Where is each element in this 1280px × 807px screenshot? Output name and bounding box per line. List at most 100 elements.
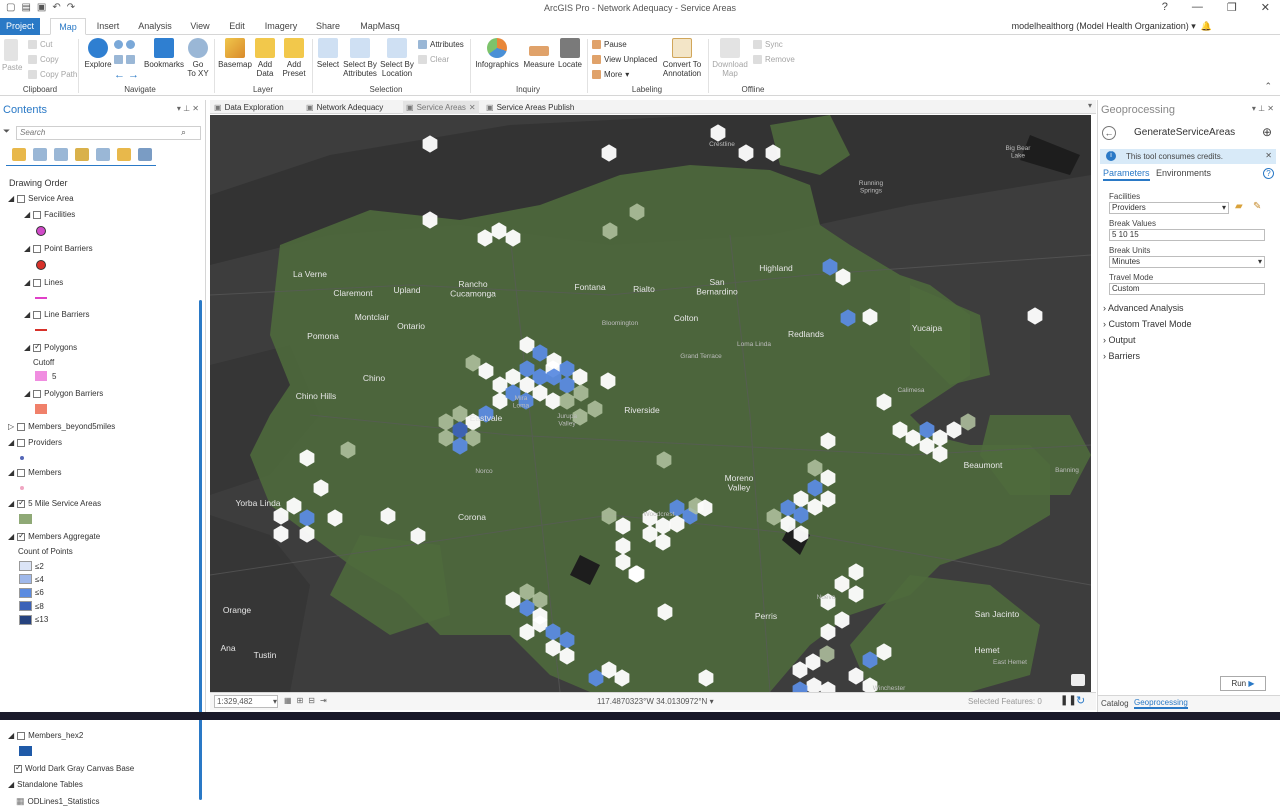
tab-list-icon[interactable]: ▾: [1088, 101, 1092, 110]
layer-checkbox[interactable]: [17, 438, 26, 447]
expand-icon[interactable]: ◢: [24, 310, 30, 319]
close-icon[interactable]: ✕: [1265, 151, 1272, 160]
copy-button[interactable]: Copy: [28, 55, 59, 64]
attributes-button[interactable]: Attributes: [418, 40, 464, 49]
expand-icon[interactable]: ◢: [24, 389, 30, 398]
search-input[interactable]: Search: [16, 126, 201, 140]
expand-icon[interactable]: ◢: [24, 244, 30, 253]
tab-service-areas[interactable]: ▣ Service Areas ✕: [403, 101, 479, 114]
measure-button[interactable]: Measure: [522, 38, 556, 69]
account-name[interactable]: modelhealthorg (Model Health Organizatio…: [1012, 21, 1212, 32]
layer-point-barriers[interactable]: ◢ Point Barriers: [24, 244, 93, 253]
polygon-barriers-symbol[interactable]: [35, 404, 47, 414]
section-output[interactable]: › Output: [1103, 335, 1136, 345]
expand-icon[interactable]: ◢: [24, 343, 30, 352]
tab-edit[interactable]: Edit: [222, 18, 252, 35]
count-class-3[interactable]: ≤8: [19, 601, 44, 612]
remove-button[interactable]: Remove: [753, 55, 795, 64]
members-hex2-symbol[interactable]: [19, 746, 32, 756]
count-class-0[interactable]: ≤2: [19, 561, 44, 571]
search-icon[interactable]: ⌕: [181, 127, 186, 138]
expand-icon[interactable]: ◢: [24, 210, 30, 219]
tab-network-adequacy[interactable]: ▣ Network Adequacy: [306, 101, 383, 114]
download-map-button[interactable]: Download Map: [710, 38, 750, 78]
more-button[interactable]: More ▾: [592, 70, 629, 79]
tab-analysis[interactable]: Analysis: [133, 18, 177, 35]
pause-drawing-icon[interactable]: ❚❚: [1060, 695, 1077, 706]
expand-icon[interactable]: ◢: [8, 194, 14, 203]
cut-button[interactable]: Cut: [28, 40, 52, 49]
collapse-ribbon-icon[interactable]: ⌃: [1264, 81, 1272, 92]
help-icon[interactable]: ?: [1263, 168, 1274, 179]
layer-checkbox[interactable]: [17, 498, 26, 508]
constraint-icon[interactable]: ⊟: [308, 696, 315, 705]
layer-checkbox[interactable]: [17, 194, 26, 203]
members-symbol[interactable]: [20, 486, 24, 490]
cutoff-symbol[interactable]: [35, 371, 47, 381]
filter-icon[interactable]: ⏷: [3, 126, 10, 137]
table-odlines1-statistics[interactable]: ▦ ODLines1_Statistics: [16, 796, 100, 807]
full-extent-button[interactable]: [114, 40, 135, 49]
layer-polygon-barriers[interactable]: ◢ Polygon Barriers: [24, 389, 103, 398]
convert-to-annotation-button[interactable]: Convert To Annotation: [660, 38, 704, 78]
pencil-icon[interactable]: ✎: [1253, 201, 1261, 212]
layer-providers[interactable]: ◢ Providers: [8, 438, 62, 447]
explore-button[interactable]: Explore: [84, 38, 112, 69]
layer-checkbox[interactable]: [33, 210, 42, 219]
select-by-attributes-button[interactable]: Select By Attributes: [342, 38, 378, 78]
grid-icon[interactable]: ▦: [284, 696, 292, 705]
layer-lines[interactable]: ◢ Lines: [24, 278, 63, 287]
facilities-symbol[interactable]: [36, 226, 46, 236]
pane-options[interactable]: ▾ ⊥ ✕: [1252, 104, 1274, 113]
layer-checkbox[interactable]: [17, 531, 26, 541]
add-data-button[interactable]: Add Data: [254, 38, 276, 78]
expand-icon[interactable]: ◢: [8, 780, 14, 789]
section-barriers[interactable]: › Barriers: [1103, 351, 1140, 361]
expand-icon[interactable]: ◢: [8, 731, 14, 740]
tab-parameters[interactable]: Parameters: [1103, 168, 1150, 181]
copy-path-button[interactable]: Copy Path: [28, 70, 77, 79]
close-icon[interactable]: ✕: [469, 101, 476, 114]
contents-scrollbar[interactable]: [199, 300, 202, 800]
layer-members-aggregate[interactable]: ◢Members Aggregate: [8, 531, 100, 542]
standalone-tables-group[interactable]: ◢ Standalone Tables: [8, 780, 83, 789]
go-to-xy-button[interactable]: Go To XY: [186, 38, 210, 78]
minimize-icon[interactable]: —: [1192, 1, 1203, 14]
tab-mapmasq[interactable]: MapMasq: [352, 18, 408, 35]
layer-checkbox[interactable]: [33, 310, 42, 319]
snap-icon[interactable]: ⊞: [297, 696, 304, 705]
tab-service-areas-publish[interactable]: ▣ Service Areas Publish: [486, 101, 574, 114]
providers-symbol[interactable]: [20, 456, 24, 460]
bookmarks-button[interactable]: Bookmarks: [143, 38, 185, 69]
labeling-icon[interactable]: [117, 148, 131, 161]
forward-arrow-icon[interactable]: →: [128, 69, 139, 81]
sync-button[interactable]: Sync: [753, 40, 783, 49]
point-barriers-symbol[interactable]: [36, 260, 46, 270]
pane-options[interactable]: ▾ ⊥ ✕: [177, 104, 199, 113]
infographics-button[interactable]: Infographics: [473, 38, 521, 69]
travel-mode-input[interactable]: Custom: [1109, 283, 1265, 295]
expand-icon[interactable]: ▷: [8, 422, 14, 431]
select-button[interactable]: Select: [315, 38, 341, 69]
count-class-1[interactable]: ≤4: [19, 574, 44, 585]
facilities-select[interactable]: Providers ▾: [1109, 202, 1229, 214]
layer-checkbox[interactable]: [33, 278, 42, 287]
service-area-symbol[interactable]: [19, 514, 32, 524]
layer-checkbox[interactable]: [33, 389, 42, 398]
previous-next-extent[interactable]: ← →: [114, 69, 139, 81]
back-arrow-icon[interactable]: ←: [114, 69, 125, 81]
tab-project[interactable]: Project: [0, 18, 40, 35]
break-units-select[interactable]: Minutes ▾: [1109, 256, 1265, 268]
section-custom-travel-mode[interactable]: › Custom Travel Mode: [1103, 319, 1192, 329]
layer-service-area[interactable]: ◢ Service Area: [8, 194, 74, 203]
tab-insert[interactable]: Insert: [90, 18, 126, 35]
line-barriers-symbol[interactable]: [35, 329, 47, 331]
count-class-2[interactable]: ≤6: [19, 587, 44, 598]
folder-icon[interactable]: ▰: [1235, 201, 1243, 212]
editing-icon[interactable]: [75, 148, 89, 161]
drawing-order-icon[interactable]: [12, 148, 26, 161]
layer-members-beyond5miles[interactable]: ▷ Members_beyond5miles: [8, 422, 115, 431]
select-by-location-button[interactable]: Select By Location: [379, 38, 415, 78]
count-class-4[interactable]: ≤13: [19, 614, 48, 625]
layer-checkbox[interactable]: [17, 422, 26, 431]
